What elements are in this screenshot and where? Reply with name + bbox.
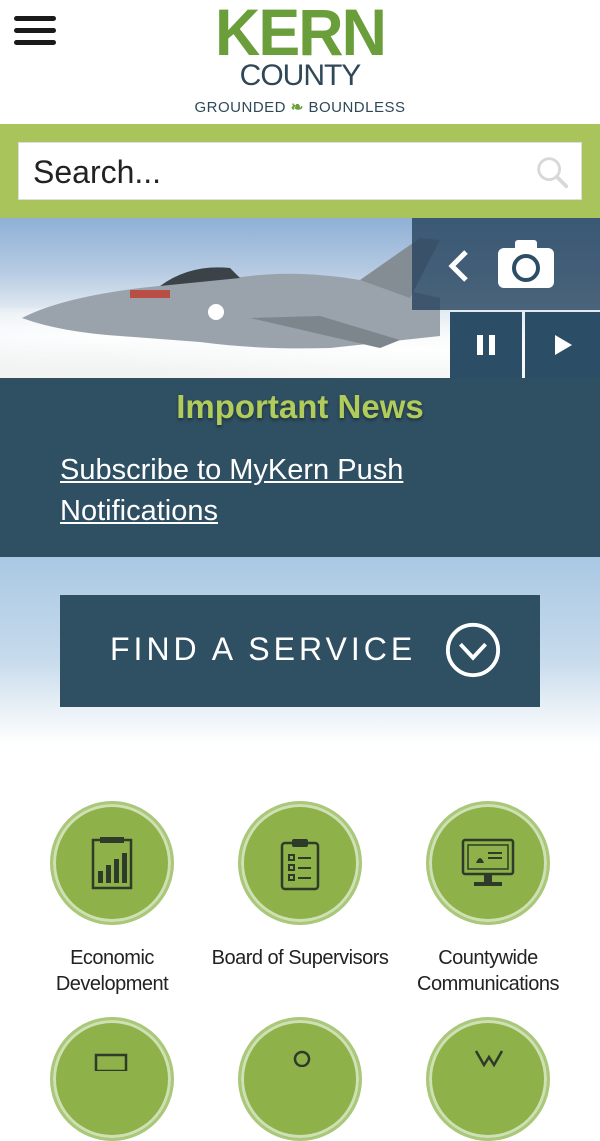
- service-tiles: Economic Development Board of Supervisor…: [0, 745, 600, 1141]
- monitor-icon: [461, 838, 515, 886]
- find-service-label: FIND A SERVICE: [110, 631, 417, 667]
- tile-label: Countywide Communications: [417, 947, 559, 995]
- chevron-down-circle-icon: [445, 622, 501, 678]
- play-icon[interactable]: [525, 312, 600, 378]
- important-news: Important News Subscribe to MyKern Push …: [0, 378, 600, 557]
- tile-circle: [50, 1017, 174, 1141]
- tile-label: Board of Supervisors: [211, 947, 389, 969]
- tile-label: Economic Development: [55, 947, 169, 995]
- subscribe-link[interactable]: Subscribe to MyKern Push Notifications: [60, 450, 480, 532]
- document-icon: [94, 1053, 128, 1071]
- camera-icon[interactable]: [494, 234, 558, 294]
- chevron-left-icon[interactable]: [430, 238, 488, 294]
- bar-chart-icon: [91, 837, 133, 890]
- sprig-icon: ❧: [290, 99, 304, 116]
- search-icon[interactable]: [533, 153, 571, 191]
- find-service-area: FIND A SERVICE: [0, 557, 600, 745]
- news-title: Important News: [176, 388, 424, 425]
- pause-icon[interactable]: [450, 312, 522, 378]
- people-icon: [474, 1050, 504, 1067]
- search-bar: [0, 124, 600, 218]
- site-header: KERN COUNTY GROUNDED ❧ BOUNDLESS: [0, 0, 600, 124]
- logo-tagline: GROUNDED ❧ BOUNDLESS: [194, 99, 406, 116]
- search-box: [18, 142, 582, 201]
- search-input[interactable]: [31, 143, 515, 201]
- hero-slideshow: [0, 218, 600, 378]
- location-icon: [293, 1050, 311, 1067]
- kern-county-logo[interactable]: KERN COUNTY GROUNDED ❧ BOUNDLESS: [190, 0, 410, 124]
- tile-circle: [238, 1017, 362, 1141]
- tile-circle: [426, 1017, 550, 1141]
- clipboard-icon: [280, 839, 320, 891]
- find-service-button[interactable]: FIND A SERVICE: [60, 595, 540, 707]
- hamburger-menu-icon[interactable]: [14, 16, 56, 48]
- logo-kern-text: KERN: [214, 0, 387, 69]
